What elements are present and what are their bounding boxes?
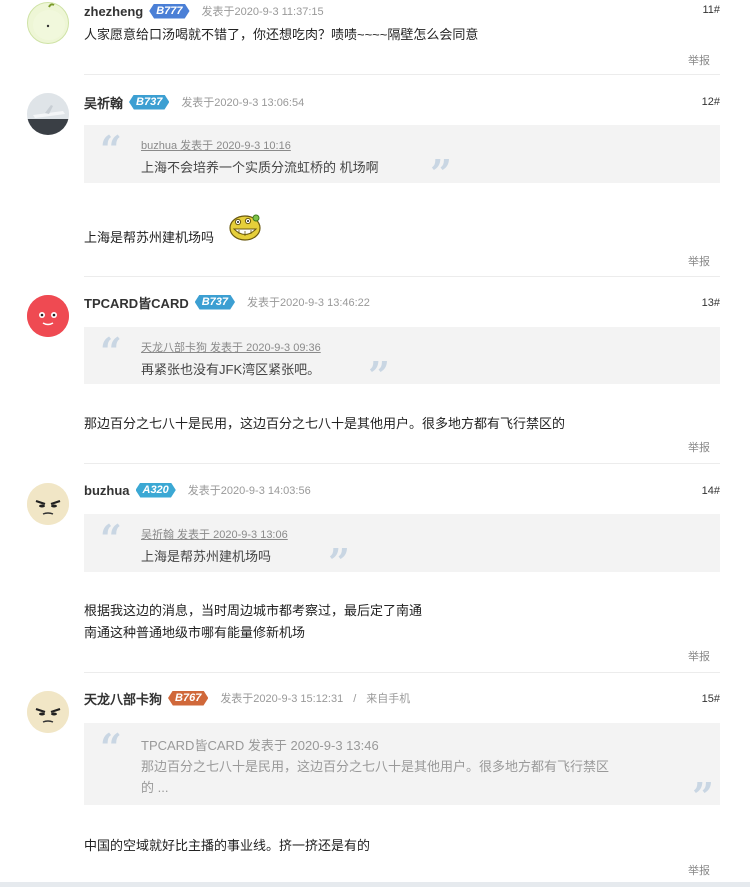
floor-number[interactable]: 11# — [702, 4, 720, 16]
post-content: 根据我这边的消息，当时周边城市都考察过，最后定了南通 南通这种普通地级市哪有能量… — [84, 600, 422, 644]
quote-source[interactable]: 吴祈翰 发表于 2020-9-3 13:06 — [141, 526, 704, 542]
quote-line: 的 ... — [141, 780, 169, 795]
divider — [84, 463, 720, 464]
content-line: 上海是帮苏州建机场吗 — [84, 230, 215, 245]
quote-block: “ 天龙八部卡狗 发表于 2020-9-3 09:36 再紧张也没有JFK湾区紧… — [84, 327, 720, 395]
rank-badge: B767 — [168, 690, 209, 706]
post-content: 那边百分之七八十是民用，这边百分之七八十是其他用户。很多地方都有飞行禁区的 — [84, 413, 565, 435]
open-quote-icon: “ — [100, 127, 122, 172]
page-bottom-border — [0, 882, 750, 887]
close-quote-icon: ” — [430, 151, 452, 196]
content-line: 人家愿意给口汤喝就不错了，你还想吃肉？啧啧~~~~隔壁怎么会同意 — [84, 27, 479, 42]
quote-block: “ 吴祈翰 发表于 2020-9-3 13:06 上海是帮苏州建机场吗 ” — [84, 514, 720, 582]
rank-badge: B737 — [129, 94, 170, 110]
meta-separator: / — [353, 693, 357, 705]
post-timestamp: 发表于2020-9-3 14:03:56 — [187, 485, 311, 497]
avatar[interactable] — [27, 483, 69, 525]
report-link[interactable]: 举报 — [688, 648, 710, 664]
quote-text: 上海是帮苏州建机场吗 — [141, 549, 272, 564]
post-timestamp: 发表于2020-9-3 11:37:15 — [201, 6, 324, 18]
close-quote-icon: ” — [692, 774, 714, 819]
floor-number[interactable]: 15# — [702, 693, 720, 705]
quote-source[interactable]: 天龙八部卡狗 发表于 2020-9-3 09:36 — [141, 339, 704, 355]
grinning-emoticon-icon — [229, 214, 261, 241]
quote-line: 那边百分之七八十是民用，这边百分之七八十是其他用户。很多地方都有飞行禁区 — [141, 759, 610, 774]
post-content: 人家愿意给口汤喝就不错了，你还想吃肉？啧啧~~~~隔壁怎么会同意 — [84, 24, 478, 46]
rank-badge: B737 — [194, 294, 236, 310]
username[interactable]: zhezheng — [84, 4, 143, 19]
report-link[interactable]: 举报 — [688, 253, 710, 269]
quote-text: 那边百分之七八十是民用，这边百分之七八十是其他用户。很多地方都有飞行禁区 的 .… — [141, 756, 704, 798]
report-link[interactable]: 举报 — [688, 439, 710, 455]
post-content: 上海是帮苏州建机场吗 — [84, 227, 214, 249]
post-content: 中国的空域就好比主播的事业线。挤一挤还是有的 — [84, 835, 370, 857]
post-timestamp: 发表于2020-9-3 13:06:54 — [181, 97, 305, 109]
username[interactable]: 天龙八部卡狗 — [84, 689, 162, 708]
quote-source: TPCARD皆CARD 发表于 2020-9-3 13:46 — [141, 738, 379, 753]
floor-number[interactable]: 12# — [702, 96, 720, 108]
rank-badge: A320 — [135, 482, 176, 498]
floor-number[interactable]: 14# — [702, 485, 720, 497]
username[interactable]: 吴祈翰 — [84, 93, 123, 112]
report-link[interactable]: 举报 — [688, 862, 710, 878]
content-line: 南通这种普通地级市哪有能量修新机场 — [84, 625, 306, 640]
quote-source[interactable]: buzhua 发表于 2020-9-3 10:16 — [141, 137, 704, 153]
report-link[interactable]: 举报 — [688, 52, 710, 68]
avatar[interactable] — [27, 93, 69, 135]
post-timestamp-text: 发表于2020-9-3 15:12:31 — [220, 693, 344, 705]
quote-text: 上海不会培养一个实质分流虹桥的 机场啊 — [141, 160, 379, 175]
open-quote-icon: “ — [100, 516, 122, 561]
content-line: 根据我这边的消息，当时周边城市都考察过，最后定了南通 — [84, 603, 423, 618]
quote-block: “ buzhua 发表于 2020-9-3 10:16 上海不会培养一个实质分流… — [84, 125, 720, 193]
close-quote-icon: ” — [328, 540, 350, 585]
content-line: 那边百分之七八十是民用，这边百分之七八十是其他用户。很多地方都有飞行禁区的 — [84, 416, 566, 431]
divider — [84, 74, 720, 75]
open-quote-icon: “ — [100, 329, 122, 374]
post-timestamp: 发表于2020-9-3 13:46:22 — [247, 297, 370, 309]
username[interactable]: TPCARD皆CARD — [84, 293, 189, 312]
username[interactable]: buzhua — [84, 483, 130, 498]
floor-number[interactable]: 13# — [702, 297, 720, 309]
divider — [84, 276, 720, 277]
close-quote-icon: ” — [368, 353, 390, 398]
post-timestamp: 发表于2020-9-3 15:12:31 / 来自手机 — [220, 690, 410, 706]
avatar[interactable] — [27, 691, 69, 733]
avatar[interactable] — [27, 2, 69, 44]
device-label[interactable]: 来自手机 — [366, 693, 410, 705]
divider — [84, 672, 720, 673]
rank-badge: B777 — [149, 3, 190, 19]
quote-block: “ TPCARD皆CARD 发表于 2020-9-3 13:46 那边百分之七八… — [84, 723, 720, 816]
open-quote-icon: “ — [100, 725, 122, 770]
avatar[interactable] — [27, 295, 69, 337]
quote-text: 再紧张也没有JFK湾区紧张吧。 — [141, 362, 321, 377]
content-line: 中国的空域就好比主播的事业线。挤一挤还是有的 — [84, 838, 371, 853]
